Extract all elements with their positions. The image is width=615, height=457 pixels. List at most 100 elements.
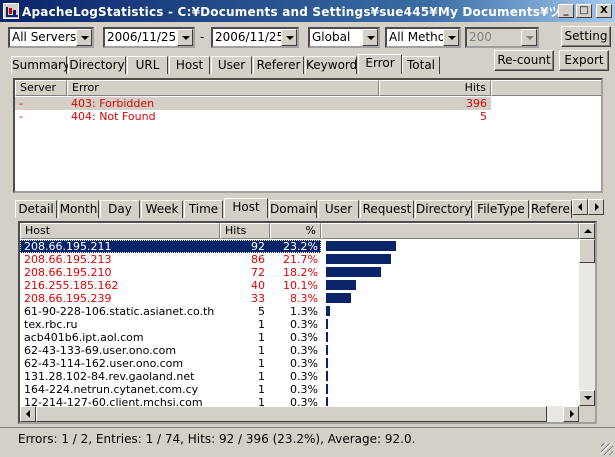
chevron-down-icon[interactable] — [443, 29, 459, 46]
host-row-hits: 1 — [258, 331, 265, 344]
status-bar: Errors: 1 / 2, Entries: 1 / 74, Hits: 92… — [0, 427, 615, 457]
host-row-hits: 5 — [258, 305, 265, 318]
host-row-percent: 18.2% — [283, 266, 318, 279]
scroll-down-button[interactable] — [579, 390, 595, 406]
chevron-down-icon[interactable] — [281, 29, 297, 46]
recount-button[interactable]: Re-count — [494, 50, 554, 71]
hscroll-thumb[interactable] — [36, 406, 547, 422]
tab-month[interactable]: Month — [58, 200, 99, 218]
error-row-error: 404: Not Found — [71, 110, 156, 123]
host-table[interactable]: Host Hits % 208.66.195.211 92 23.2% 208.66.… — [18, 221, 597, 424]
host-row[interactable]: 62-43-133-69.user.ono.com 1 0.3% — [20, 344, 579, 357]
close-button[interactable]: X — [596, 4, 612, 18]
tab-detail[interactable]: Detail — [15, 200, 57, 218]
title-bar[interactable]: ApacheLogStatistics - C:¥Documents and S… — [0, 0, 615, 22]
resize-grip-icon[interactable] — [601, 443, 613, 455]
host-row-percent: 0.3% — [290, 331, 318, 344]
host-row[interactable]: acb401b6.ipt.aol.com 1 0.3% — [20, 331, 579, 344]
date-to-select[interactable]: 2006/11/25 — [211, 27, 299, 48]
hits-bar — [326, 384, 328, 394]
host-row-hits: 1 — [258, 344, 265, 357]
host-row[interactable]: 208.66.195.210 72 18.2% — [20, 266, 579, 279]
header-percent[interactable]: % — [270, 223, 321, 239]
date-from-select[interactable]: 2006/11/25 — [103, 27, 195, 48]
host-row[interactable]: 164-224.netrun.cytanet.com.cy 1 0.3% — [20, 383, 579, 396]
host-row-percent: 8.3% — [290, 292, 318, 305]
method-select[interactable]: All Method — [385, 27, 461, 48]
host-row[interactable]: 216.255.185.162 40 10.1% — [20, 279, 579, 292]
host-row-hits: 33 — [251, 292, 265, 305]
error-row-hits: 396 — [466, 97, 487, 110]
tab-request[interactable]: Request — [360, 200, 414, 218]
hits-bar — [326, 358, 328, 368]
header-server[interactable]: Server — [15, 80, 67, 96]
minimize-button[interactable]: _ — [558, 4, 574, 18]
tab-day[interactable]: Day — [100, 200, 140, 218]
tab-user[interactable]: User — [318, 200, 359, 218]
host-row-hits: 1 — [258, 370, 265, 383]
tab-keyword[interactable]: Keyword — [305, 56, 357, 74]
tab-url[interactable]: URL — [127, 56, 168, 74]
host-row[interactable]: 208.66.195.211 92 23.2% — [20, 240, 579, 253]
tab-error[interactable]: Error — [358, 54, 402, 74]
header-hits[interactable]: Hits — [220, 223, 270, 239]
scope-select-value: Global — [312, 30, 351, 44]
date-separator: - — [200, 30, 205, 44]
scroll-right-button[interactable] — [563, 406, 579, 422]
host-row-host: 208.66.195.239 — [24, 292, 112, 305]
header-host[interactable]: Host — [20, 223, 220, 239]
host-row-host: acb401b6.ipt.aol.com — [24, 331, 144, 344]
host-row[interactable]: 208.66.195.239 33 8.3% — [20, 292, 579, 305]
host-row[interactable]: 131.28.102-84.rev.gaoland.net 1 0.3% — [20, 370, 579, 383]
chevron-down-icon[interactable] — [76, 29, 92, 46]
date-from-value: 2006/11/25 — [107, 30, 177, 44]
tab-host[interactable]: Host — [224, 198, 268, 218]
chevron-down-icon[interactable] — [362, 29, 378, 46]
header-error[interactable]: Error — [67, 80, 379, 96]
host-row[interactable]: tex.rbc.ru 1 0.3% — [20, 318, 579, 331]
tab-scroll-left-button[interactable] — [572, 199, 588, 215]
tab-directory[interactable]: Directory — [415, 200, 472, 218]
tab-host[interactable]: Host — [169, 56, 210, 74]
host-row-host: 61-90-228-106.static.asianet.co.th — [24, 305, 215, 318]
tab-summary[interactable]: Summary — [11, 56, 70, 74]
host-row-hits: 1 — [258, 318, 265, 331]
error-table[interactable]: Server Error Hits - 403: Forbidden 396 - 404… — [13, 78, 603, 193]
server-select[interactable]: All Servers — [8, 27, 94, 48]
host-row-host: 131.28.102-84.rev.gaoland.net — [24, 370, 195, 383]
tab-filetype[interactable]: FileType — [473, 200, 529, 218]
host-row-hits: 86 — [251, 253, 265, 266]
hits-bar — [326, 241, 396, 251]
header-hits[interactable]: Hits — [379, 80, 491, 96]
hits-bar — [326, 345, 328, 355]
host-row[interactable]: 62-43-114-162.user.ono.com 1 0.3% — [20, 357, 579, 370]
chevron-down-icon[interactable] — [177, 29, 193, 46]
scroll-up-button[interactable] — [579, 223, 595, 239]
host-row[interactable]: 208.66.195.213 86 21.7% — [20, 253, 579, 266]
export-button[interactable]: Export — [559, 50, 609, 71]
host-row[interactable]: 61-90-228-106.static.asianet.co.th 5 1.3% — [20, 305, 579, 318]
count-select-value: 200 — [469, 30, 492, 44]
maximize-button[interactable]: □ — [576, 4, 592, 18]
hits-bar — [326, 371, 328, 381]
tab-total[interactable]: Total — [402, 56, 440, 74]
scroll-thumb[interactable] — [579, 239, 595, 263]
host-row-hits: 40 — [251, 279, 265, 292]
horizontal-scrollbar[interactable] — [20, 406, 579, 422]
tab-user[interactable]: User — [211, 56, 252, 74]
header-filler — [491, 80, 601, 96]
tab-referer[interactable]: Referer — [253, 56, 304, 74]
tab-week[interactable]: Week — [141, 200, 183, 218]
hits-bar — [326, 319, 328, 329]
tab-directory[interactable]: Directory — [68, 56, 126, 74]
tab-referer[interactable]: Referer — [530, 200, 575, 218]
setting-button[interactable]: Setting — [561, 26, 611, 47]
scope-select[interactable]: Global — [308, 27, 380, 48]
error-row[interactable]: - 403: Forbidden 396 — [15, 97, 491, 110]
vertical-scrollbar[interactable] — [579, 223, 595, 406]
tab-scroll-right-button[interactable] — [588, 199, 604, 215]
tab-domain[interactable]: Domain — [269, 200, 317, 218]
error-row[interactable]: - 404: Not Found 5 — [15, 110, 491, 123]
tab-time[interactable]: Time — [184, 200, 223, 218]
scroll-left-button[interactable] — [20, 406, 36, 422]
